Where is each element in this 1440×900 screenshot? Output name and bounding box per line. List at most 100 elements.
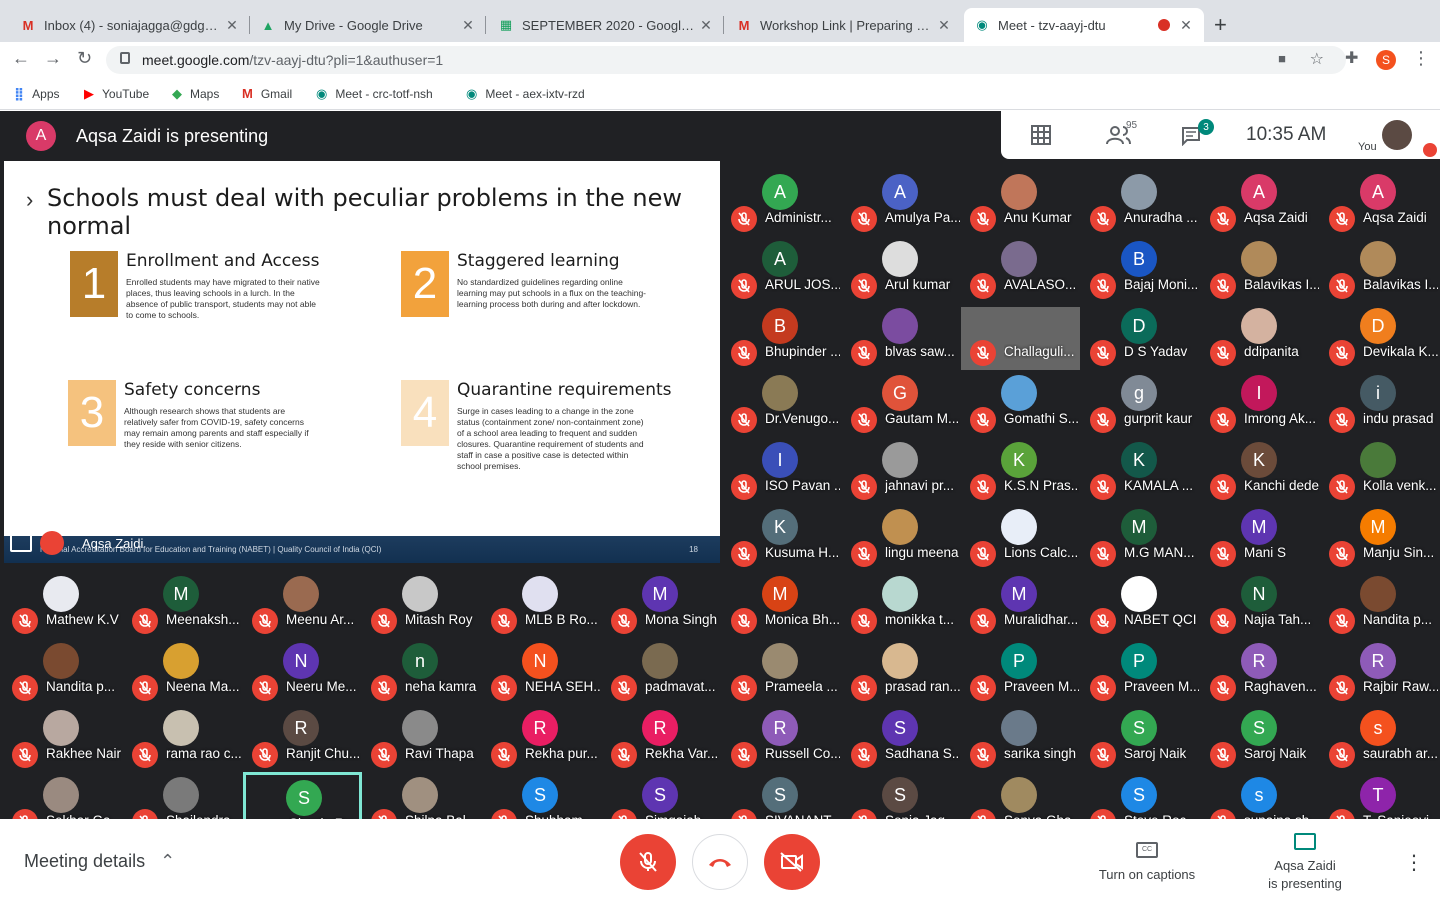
meeting-details-button[interactable]: Meeting details ⌃: [24, 851, 175, 872]
participant-tile[interactable]: K Kusuma H...: [722, 504, 841, 571]
participant-tile[interactable]: DD S Yadav: [1081, 303, 1200, 370]
participant-tile[interactable]: A Amulya Pa...: [842, 169, 961, 236]
participant-tile[interactable]: monikka t...: [842, 571, 961, 638]
participant-tile[interactable]: jahnavi pr...: [842, 437, 961, 504]
participant-tile[interactable]: M Manju Sin...: [1320, 504, 1439, 571]
close-tab-icon[interactable]: ✕: [460, 17, 476, 34]
extensions-icon[interactable]: ✚: [1345, 48, 1358, 68]
tab-5[interactable]: ◉ Meet - tzv-aayj-dtu ✕: [964, 8, 1204, 42]
close-tab-icon[interactable]: ✕: [936, 17, 952, 34]
captions-label[interactable]: Turn on captions: [1085, 867, 1209, 882]
tile-layout-icon[interactable]: [1031, 125, 1051, 145]
participant-tile[interactable]: sarika singh: [961, 705, 1080, 772]
participant-tile[interactable]: K KAMALA ...: [1081, 437, 1200, 504]
participant-tile[interactable]: M Muralidhar...: [961, 571, 1080, 638]
participant-tile[interactable]: Prameela ...: [722, 638, 841, 705]
participant-tile[interactable]: s saurabh ar...: [1320, 705, 1439, 772]
close-tab-icon[interactable]: ✕: [698, 17, 714, 34]
participant-tile[interactable]: A ARUL JOS...: [722, 236, 841, 303]
participant-tile[interactable]: Dr.Venugo...: [722, 370, 841, 437]
participant-tile[interactable]: Rakhee Nair: [3, 705, 122, 772]
participant-tile[interactable]: i indu prasad: [1320, 370, 1439, 437]
participant-tile[interactable]: R Russell Co...: [722, 705, 841, 772]
tab-4[interactable]: M Workshop Link | Preparing Schools✕: [726, 8, 962, 42]
bookmark-maps[interactable]: ◆ Maps: [172, 86, 219, 102]
participant-tile[interactable]: K Kanchi dede: [1201, 437, 1320, 504]
participant-tile[interactable]: M Mona Singh: [602, 571, 721, 638]
participant-tile[interactable]: R Rekha Var...: [602, 705, 721, 772]
participant-tile[interactable]: Mitash Roy: [362, 571, 481, 638]
leave-call-button[interactable]: [692, 834, 748, 890]
camera-toggle-button[interactable]: [764, 834, 820, 890]
participant-tile[interactable]: g gurprit kaur: [1081, 370, 1200, 437]
participant-tile[interactable]: NABET QCI: [1081, 571, 1200, 638]
participant-tile[interactable]: Balavikas I...: [1201, 236, 1320, 303]
participant-tile[interactable]: ddipanita: [1201, 303, 1320, 370]
bookmark-star-icon[interactable]: ☆: [1310, 49, 1324, 69]
participant-tile[interactable]: lingu meena: [842, 504, 961, 571]
participant-tile[interactable]: R Rekha pur...: [482, 705, 601, 772]
participant-tile[interactable]: Anuradha ...: [1081, 169, 1200, 236]
participant-tile[interactable]: Kolla venk...: [1320, 437, 1439, 504]
present-now-icon[interactable]: [1294, 833, 1316, 850]
back-icon[interactable]: ←: [12, 48, 30, 69]
bookmark-youtube[interactable]: ▶ YouTube: [84, 86, 149, 102]
participant-tile[interactable]: G Gautam M...: [842, 370, 961, 437]
participant-tile[interactable]: D Devikala K...: [1320, 303, 1439, 370]
more-options-icon[interactable]: ⋮: [1404, 850, 1424, 875]
presenting-status[interactable]: Aqsa Zaidi is presenting: [1245, 858, 1365, 891]
tab-2[interactable]: ▲ My Drive - Google Drive ✕: [250, 8, 486, 42]
participant-tile[interactable]: Balavikas I...: [1320, 236, 1439, 303]
participant-tile[interactable]: S Sadhana S...: [842, 705, 961, 772]
participant-tile[interactable]: A Aqsa Zaidi: [1201, 169, 1320, 236]
participant-tile[interactable]: Challaguli...: [961, 303, 1080, 370]
participant-tile[interactable]: M Meenaksh...: [123, 571, 242, 638]
participant-tile[interactable]: MLB B Ro...: [482, 571, 601, 638]
participant-tile[interactable]: N Neeru Me...: [243, 638, 362, 705]
tab-1[interactable]: M Inbox (4) - soniajagga@gdgoenkagurugram…: [10, 8, 250, 42]
tab-3[interactable]: ▦ SEPTEMBER 2020 - Google Sheets✕: [488, 8, 724, 42]
participant-tile[interactable]: B Bajaj Moni...: [1081, 236, 1200, 303]
self-view-avatar[interactable]: [1382, 120, 1412, 150]
close-tab-icon[interactable]: ✕: [224, 17, 240, 34]
participant-tile[interactable]: M Mani S: [1201, 504, 1320, 571]
participant-tile[interactable]: P Praveen M...: [1081, 638, 1200, 705]
participant-tile[interactable]: Neena Ma...: [123, 638, 242, 705]
camera-in-use-icon[interactable]: ■: [1278, 51, 1286, 66]
participant-tile[interactable]: Lions Calc...: [961, 504, 1080, 571]
bookmark-meet-aex-ixtv-rzd[interactable]: ◉ Meet - aex-ixtv-rzd: [466, 86, 585, 102]
participant-tile[interactable]: blvas saw...: [842, 303, 961, 370]
reload-icon[interactable]: ↻: [77, 48, 92, 69]
participant-tile[interactable]: Nandita p...: [1320, 571, 1439, 638]
participant-tile[interactable]: R Rajbir Raw...: [1320, 638, 1439, 705]
participant-tile[interactable]: Gomathi S...: [961, 370, 1080, 437]
participant-tile[interactable]: N NEHA SEH...: [482, 638, 601, 705]
participant-tile[interactable]: S Saroj Naik: [1081, 705, 1200, 772]
participant-tile[interactable]: padmavat...: [602, 638, 721, 705]
new-tab-button[interactable]: +: [1214, 12, 1227, 38]
close-tab-icon[interactable]: ✕: [1178, 17, 1194, 34]
participant-tile[interactable]: M Monica Bh...: [722, 571, 841, 638]
participant-tile[interactable]: N Najia Tah...: [1201, 571, 1320, 638]
participant-tile[interactable]: A Aqsa Zaidi: [1320, 169, 1439, 236]
captions-icon[interactable]: CC: [1136, 842, 1158, 858]
participant-tile[interactable]: AVALASO...: [961, 236, 1080, 303]
participant-tile[interactable]: S Saroj Naik: [1201, 705, 1320, 772]
participant-tile[interactable]: I ISO Pavan ...: [722, 437, 841, 504]
participant-tile[interactable]: rama rao c...: [123, 705, 242, 772]
participant-tile[interactable]: R Ranjit Chu...: [243, 705, 362, 772]
participant-tile[interactable]: R Raghaven...: [1201, 638, 1320, 705]
participant-tile[interactable]: P Praveen M...: [961, 638, 1080, 705]
participant-tile[interactable]: I Imrong Ak...: [1201, 370, 1320, 437]
bookmark-apps[interactable]: ⣿ Apps: [14, 86, 60, 102]
participant-tile[interactable]: Anu Kumar: [961, 169, 1080, 236]
participant-tile[interactable]: prasad ran...: [842, 638, 961, 705]
participant-tile[interactable]: B Bhupinder ...: [722, 303, 841, 370]
participant-tile[interactable]: Arul kumar: [842, 236, 961, 303]
address-bar[interactable]: meet.google.com/tzv-aayj-dtu?pli=1&authu…: [106, 46, 1346, 74]
participant-tile[interactable]: n neha kamra: [362, 638, 481, 705]
participant-tile[interactable]: Ravi Thapa: [362, 705, 481, 772]
participant-tile[interactable]: M M.G MAN...: [1081, 504, 1200, 571]
participant-tile[interactable]: Mathew K.V: [3, 571, 122, 638]
participant-tile[interactable]: Meenu Ar...: [243, 571, 362, 638]
